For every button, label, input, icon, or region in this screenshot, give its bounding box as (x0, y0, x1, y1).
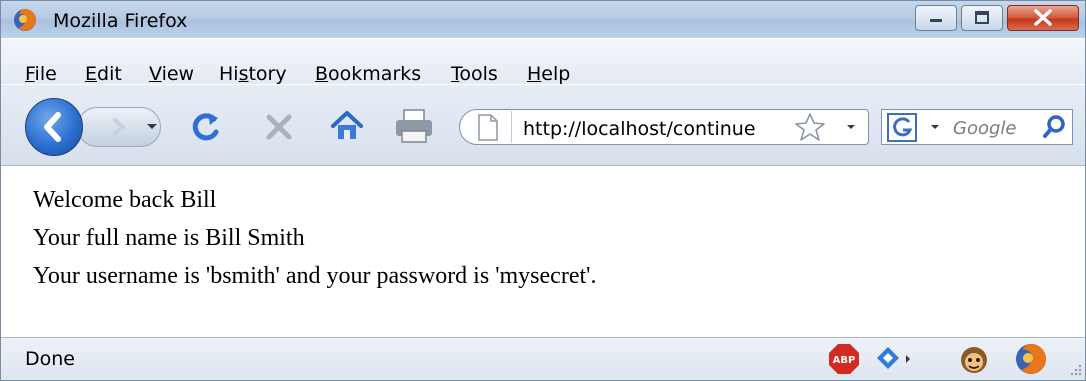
minimize-button[interactable] (915, 5, 957, 31)
menu-file-label-end: ile (34, 63, 57, 85)
menu-file[interactable]: File (25, 63, 57, 85)
back-arrow-icon (44, 112, 61, 142)
menu-tools-label-end: ools (459, 63, 498, 85)
maximize-button[interactable] (961, 5, 1003, 31)
adblock-label: ABP (833, 355, 856, 366)
title-bar: Mozilla Firefox (1, 1, 1085, 38)
welcome-line: Welcome back Bill (33, 187, 217, 213)
page-icon (478, 114, 498, 141)
menu-history-accesskey: s (238, 63, 249, 85)
menu-file-accesskey: F (25, 63, 35, 85)
menu-view-label-end: iew (161, 63, 195, 85)
firefox-icon (14, 9, 36, 31)
stop-icon[interactable] (263, 111, 295, 143)
search-magnifier-icon[interactable] (1041, 113, 1069, 141)
menu-view-accesskey: V (149, 63, 162, 85)
adblock-icon[interactable]: ABP (827, 342, 861, 376)
browser-window: Mozilla Firefox File Edit View History Bookm… (0, 0, 1086, 381)
bookmark-star-icon[interactable] (793, 111, 827, 143)
menu-history-label-end: tory (248, 63, 287, 85)
menu-bookmarks-label-end: ookmarks (328, 63, 422, 85)
menu-bar: File Edit View History Bookmarks Tools Help (1, 39, 1085, 85)
menu-tools[interactable]: Tools (451, 63, 498, 85)
search-engine-dropdown-icon[interactable] (929, 121, 941, 133)
status-bar (1, 337, 1085, 380)
maximize-icon (975, 11, 989, 24)
menu-help[interactable]: Help (527, 63, 570, 85)
back-button[interactable] (25, 98, 83, 156)
google-icon[interactable] (887, 113, 921, 143)
addon-icon[interactable] (875, 344, 915, 374)
minimize-icon (930, 19, 942, 22)
greasemonkey-icon[interactable] (957, 342, 991, 376)
menu-edit-label-end: dit (97, 63, 122, 85)
menu-view[interactable]: View (149, 63, 194, 85)
search-placeholder[interactable]: Google (953, 118, 1016, 139)
full-name-line: Your full name is Bill Smith (33, 225, 305, 251)
url-divider (511, 111, 512, 143)
menu-edit[interactable]: Edit (85, 63, 122, 85)
menu-help-accesskey: H (527, 63, 542, 85)
reload-icon[interactable] (189, 109, 223, 145)
firefox-status-icon[interactable] (1013, 341, 1049, 377)
close-button[interactable] (1007, 5, 1079, 31)
menu-bookmarks[interactable]: Bookmarks (315, 63, 421, 85)
status-text: Done (25, 348, 75, 370)
menu-help-label-end: elp (541, 63, 571, 85)
url-dropdown-icon[interactable] (845, 121, 857, 133)
url-text[interactable]: http://localhost/continue (523, 118, 756, 140)
menu-history[interactable]: History (219, 63, 287, 85)
menu-history-label-start: Hi (219, 63, 239, 85)
close-icon (1034, 9, 1052, 26)
menu-edit-accesskey: E (85, 63, 98, 85)
window-title: Mozilla Firefox (53, 10, 188, 32)
credentials-line: Your username is 'bsmith' and your passw… (33, 263, 597, 289)
print-icon[interactable] (393, 107, 435, 145)
history-dropdown-icon[interactable] (145, 119, 159, 133)
home-icon[interactable] (329, 109, 365, 143)
resize-grip-icon[interactable] (1067, 361, 1083, 377)
page-content: Welcome back Bill Your full name is Bill… (1, 167, 1085, 335)
menu-bookmarks-accesskey: B (315, 63, 329, 85)
